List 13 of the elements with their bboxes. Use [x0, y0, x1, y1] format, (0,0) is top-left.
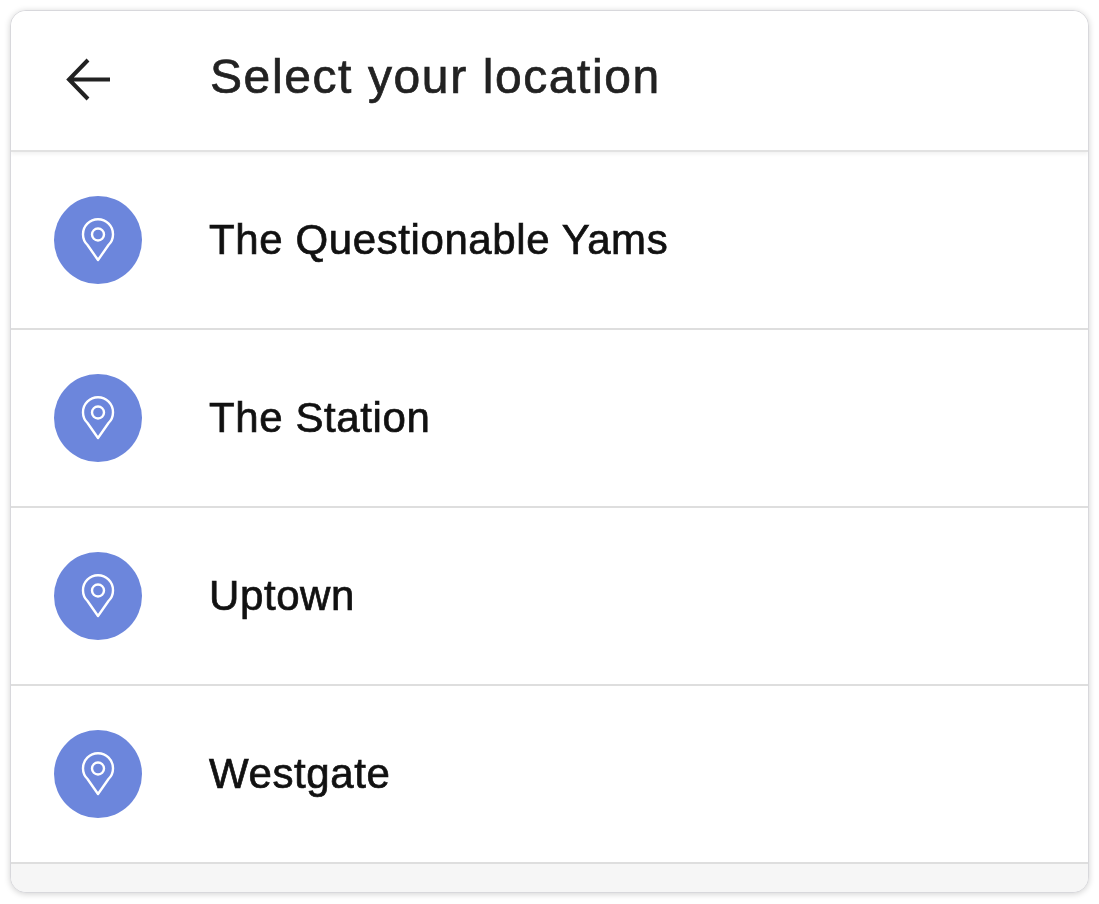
location-item[interactable]: The Station	[11, 330, 1088, 508]
location-pin-icon	[54, 196, 142, 284]
location-name: The Questionable Yams	[209, 214, 669, 265]
location-name: Uptown	[209, 570, 355, 621]
location-pin-icon	[54, 552, 142, 640]
location-item[interactable]: Uptown	[11, 508, 1088, 686]
back-arrow-icon	[66, 58, 112, 101]
location-pin-icon	[54, 730, 142, 818]
page-title: Select your location	[210, 48, 661, 105]
location-item[interactable]: The Questionable Yams	[11, 152, 1088, 330]
location-pin-icon	[54, 374, 142, 462]
location-name: The Station	[209, 392, 431, 443]
location-name: Westgate	[209, 748, 391, 799]
